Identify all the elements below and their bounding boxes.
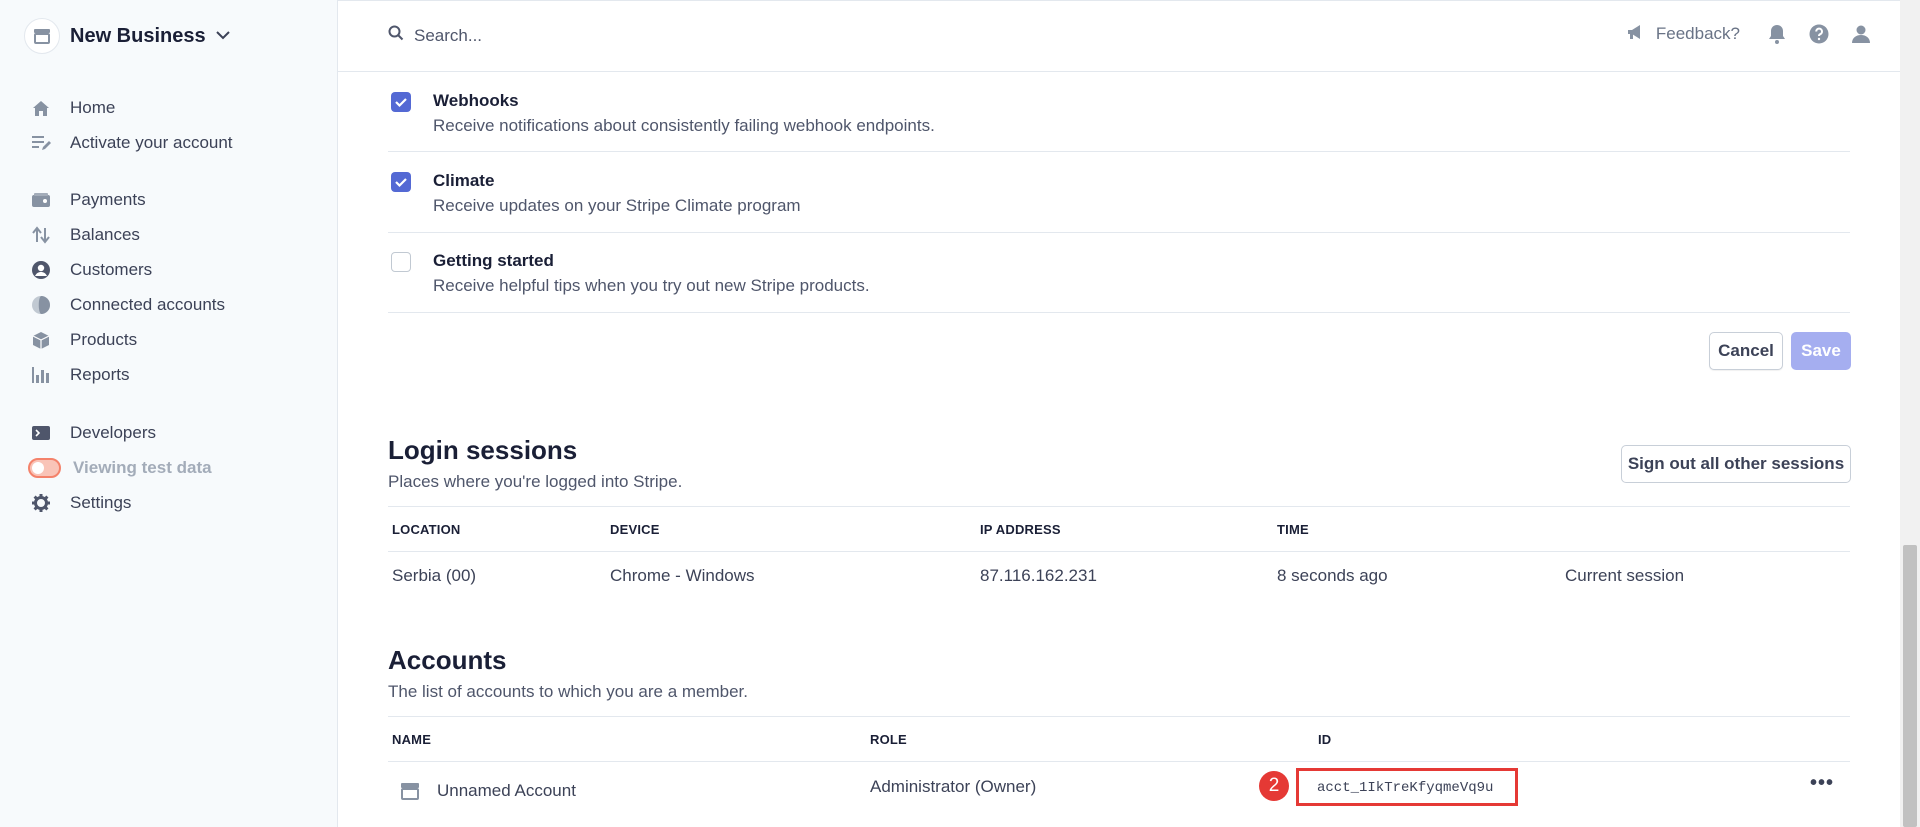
notification-title: Webhooks: [433, 91, 519, 110]
notification-getting-started: Getting started Receive helpful tips whe…: [388, 233, 1850, 313]
chevron-down-icon: [215, 27, 230, 45]
cancel-button[interactable]: Cancel: [1709, 332, 1783, 370]
sidebar-item-label: Payments: [70, 190, 146, 209]
feedback-label: Feedback?: [1655, 24, 1740, 43]
wallet-icon: [30, 189, 52, 211]
business-name: New Business: [70, 24, 206, 47]
topbar-actions: Feedback?: [1626, 23, 1872, 45]
terminal-icon: [30, 422, 52, 444]
checkbox-webhooks[interactable]: [391, 92, 411, 112]
store-icon: [400, 782, 420, 805]
store-icon: [24, 18, 60, 54]
bell-icon[interactable]: [1766, 23, 1788, 45]
topbar: Search... Feedback?: [338, 0, 1900, 72]
notification-description: Receive helpful tips when you try out ne…: [433, 276, 870, 295]
sidebar-item-home[interactable]: Home: [30, 93, 320, 123]
gear-icon: [30, 492, 52, 514]
session-location: Serbia (00): [392, 566, 477, 585]
column-header: DEVICE: [610, 522, 660, 537]
notification-description: Receive updates on your Stripe Climate p…: [433, 196, 801, 215]
column-header: NAME: [392, 732, 432, 747]
notification-climate: Climate Receive updates on your Stripe C…: [388, 153, 1850, 233]
notification-description: Receive notifications about consistently…: [433, 116, 935, 135]
session-device: Chrome - Windows: [610, 566, 755, 585]
feedback-button[interactable]: Feedback?: [1626, 24, 1740, 45]
session-ip: 87.116.162.231: [980, 566, 1097, 585]
sidebar-item-payments[interactable]: Payments: [30, 185, 320, 215]
sidebar-item-label: Reports: [70, 365, 130, 384]
accounts-subtitle: The list of accounts to which you are a …: [388, 682, 749, 701]
search-input[interactable]: Search...: [414, 26, 482, 46]
help-icon[interactable]: [1808, 23, 1830, 45]
column-header: ID: [1318, 732, 1332, 747]
scrollbar-thumb[interactable]: [1903, 545, 1917, 827]
check-icon: [395, 98, 407, 108]
sidebar-item-products[interactable]: Products: [30, 325, 320, 355]
user-circle-icon: [30, 259, 52, 281]
column-header: IP ADDRESS: [980, 522, 1061, 537]
account-name: Unnamed Account: [437, 781, 576, 800]
sidebar-item-balances[interactable]: Balances: [30, 220, 320, 250]
sidebar-item-label: Balances: [70, 225, 140, 244]
sidebar-item-label: Settings: [70, 493, 132, 512]
sidebar-item-developers[interactable]: Developers: [30, 418, 320, 448]
sidebar: New Business Home Activate your account …: [0, 0, 338, 827]
sidebar-item-reports[interactable]: Reports: [30, 360, 320, 390]
globe-icon: [30, 294, 52, 316]
checkbox-climate[interactable]: [391, 172, 411, 192]
edit-list-icon: [30, 132, 52, 154]
sign-out-all-sessions-button[interactable]: Sign out all other sessions: [1621, 445, 1851, 483]
sidebar-item-label: Developers: [70, 423, 156, 442]
column-header: ROLE: [870, 732, 907, 747]
column-header: TIME: [1277, 522, 1309, 537]
notification-title: Climate: [433, 171, 495, 190]
sidebar-item-label: Customers: [70, 260, 153, 279]
accounts-table-header: NAME ROLE ID: [388, 716, 1850, 762]
test-mode-toggle[interactable]: [28, 458, 61, 478]
session-status: Current session: [1565, 566, 1685, 585]
accounts-title: Accounts: [388, 645, 507, 675]
notification-webhooks: Webhooks Receive notifications about con…: [388, 72, 1850, 152]
save-button[interactable]: Save: [1791, 332, 1851, 370]
session-time: 8 seconds ago: [1277, 566, 1388, 585]
search-bar[interactable]: Search...: [388, 25, 482, 46]
sidebar-item-label: Viewing test data: [73, 458, 212, 477]
sidebar-item-label: Activate your account: [70, 133, 233, 152]
account-role: Administrator (Owner): [870, 777, 1037, 796]
scrollbar[interactable]: [1900, 0, 1920, 827]
column-header: LOCATION: [392, 522, 461, 537]
megaphone-icon: [1626, 24, 1646, 45]
login-sessions-subtitle: Places where you're logged into Stripe.: [388, 472, 683, 491]
check-icon: [395, 178, 407, 188]
arrows-updown-icon: [30, 224, 52, 246]
login-sessions-title: Login sessions: [388, 435, 578, 465]
sidebar-item-test-data-toggle[interactable]: Viewing test data: [28, 453, 320, 483]
box-icon: [30, 329, 52, 351]
sidebar-item-customers[interactable]: Customers: [30, 255, 320, 285]
sidebar-item-label: Products: [70, 330, 138, 349]
annotation-badge: 2: [1259, 771, 1289, 801]
checkbox-getting-started[interactable]: [391, 252, 411, 272]
search-icon: [388, 25, 404, 46]
sidebar-item-connected-accounts[interactable]: Connected accounts: [30, 290, 320, 320]
sidebar-item-settings[interactable]: Settings: [30, 488, 320, 518]
account-id[interactable]: acct_1IkTreKfyqmeVq9u: [1317, 780, 1493, 796]
business-switcher[interactable]: New Business: [24, 18, 230, 54]
sidebar-item-label: Connected accounts: [70, 295, 225, 314]
more-options-icon[interactable]: •••: [1810, 772, 1834, 795]
sidebar-item-activate[interactable]: Activate your account: [30, 128, 320, 158]
sidebar-item-label: Home: [70, 98, 116, 117]
home-icon: [30, 97, 52, 119]
notification-title: Getting started: [433, 251, 554, 270]
login-sessions-table-header: LOCATION DEVICE IP ADDRESS TIME: [388, 506, 1850, 552]
user-icon[interactable]: [1850, 23, 1872, 45]
bar-chart-icon: [30, 364, 52, 386]
